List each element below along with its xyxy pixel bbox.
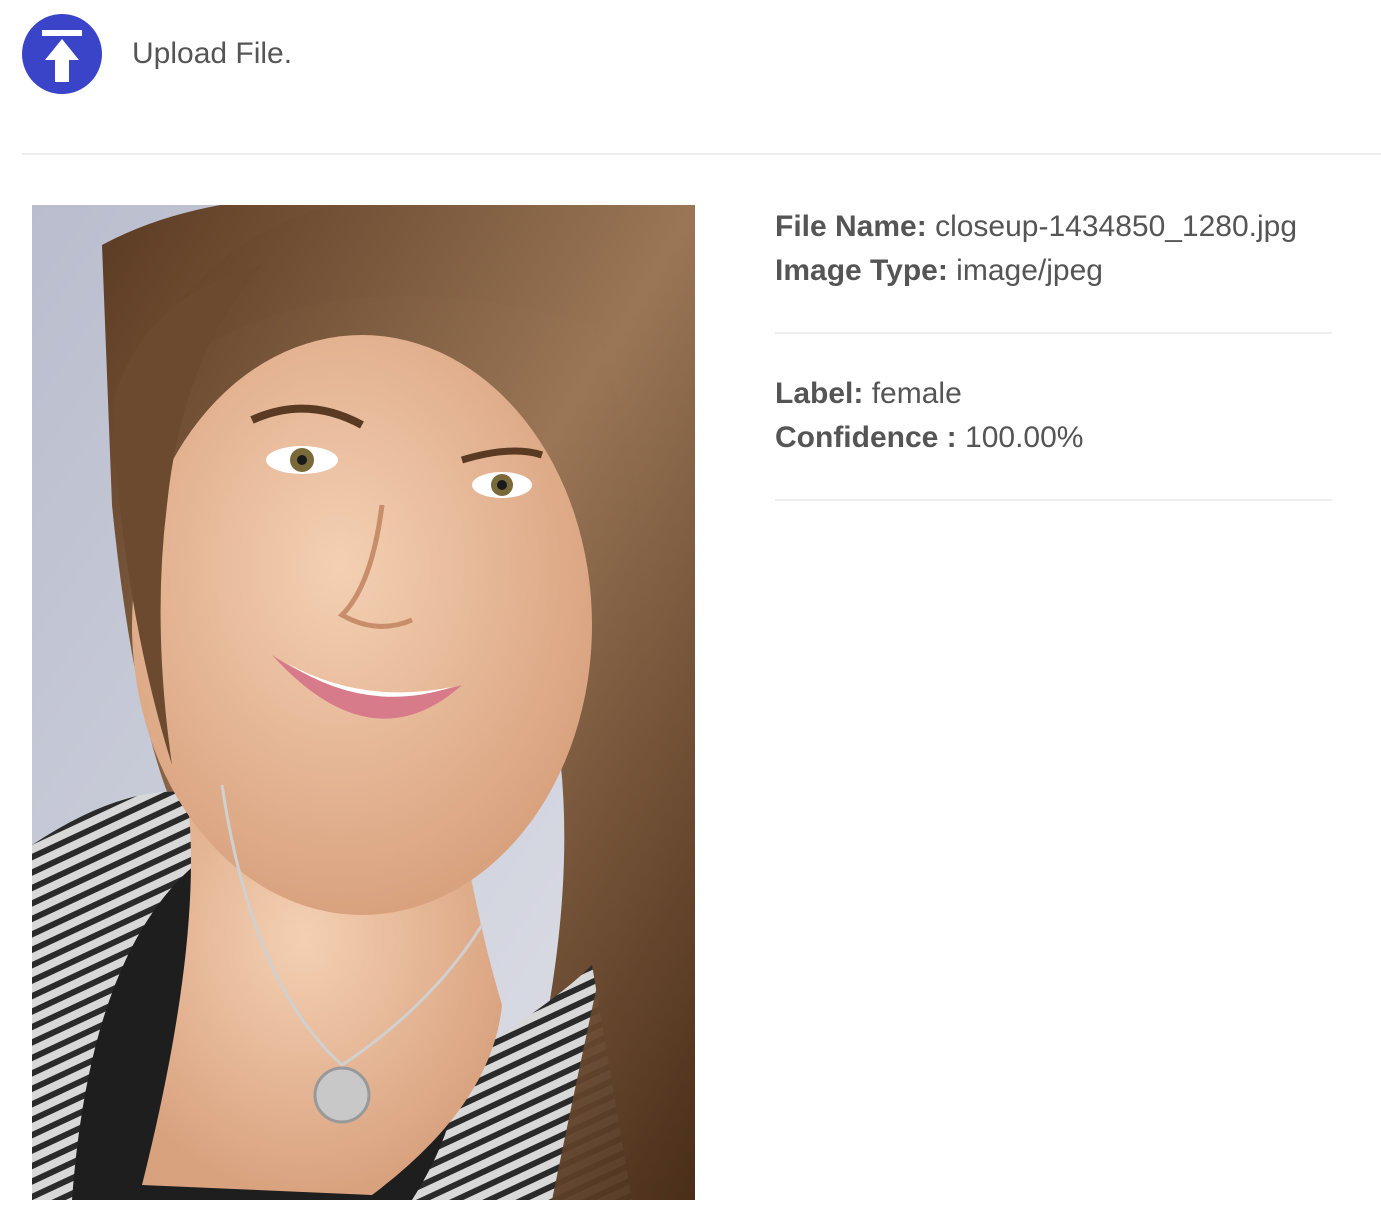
upload-arrow-icon bbox=[42, 30, 82, 82]
upload-label[interactable]: Upload File. bbox=[132, 37, 292, 71]
upload-preview-image bbox=[32, 205, 695, 1200]
header-divider bbox=[22, 153, 1381, 155]
result-panel: File Name: closeup-1434850_1280.jpg Imag… bbox=[775, 205, 1332, 501]
image-type-value: image/jpeg bbox=[956, 254, 1103, 287]
image-type-row: Image Type: image/jpeg bbox=[775, 249, 1332, 293]
label-row: Label: female bbox=[775, 372, 1332, 416]
confidence-value: 100.00% bbox=[965, 421, 1084, 454]
info-divider bbox=[775, 332, 1332, 334]
confidence-row: Confidence : 100.00% bbox=[775, 416, 1332, 460]
file-name-label: File Name: bbox=[775, 210, 927, 243]
prediction-label-key: Label: bbox=[775, 377, 864, 410]
confidence-label: Confidence : bbox=[775, 421, 957, 454]
upload-button[interactable] bbox=[22, 14, 102, 94]
page: Upload File. File Name: closeup-1434850_… bbox=[0, 0, 1381, 1219]
file-name-value: closeup-1434850_1280.jpg bbox=[935, 210, 1298, 243]
image-type-label: Image Type: bbox=[775, 254, 948, 287]
prediction-label-value: female bbox=[871, 377, 962, 410]
prediction-divider bbox=[775, 499, 1332, 501]
upload-header: Upload File. bbox=[22, 14, 292, 94]
portrait-photo bbox=[32, 205, 695, 1200]
file-name-row: File Name: closeup-1434850_1280.jpg bbox=[775, 205, 1332, 249]
